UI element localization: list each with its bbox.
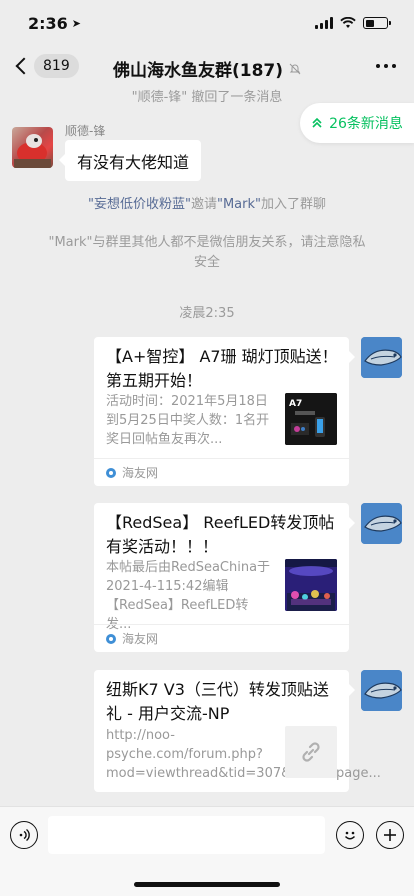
- more-options-button[interactable]: [376, 64, 396, 68]
- card-description: 活动时间：2021年5月18日到5月25日中奖人数：1名开奖日回帖鱼友再次...: [106, 394, 270, 447]
- card-description: http://noo-psyche.com/forum.php?mod=view…: [106, 728, 381, 781]
- battery-icon: [363, 17, 391, 29]
- system-message-invite: "妄想低价收粉蓝"邀请"Mark"加入了群聊: [0, 195, 414, 215]
- chat-title: 佛山海水鱼友群(187): [112, 61, 284, 81]
- invite-suffix: 加入了群聊: [260, 197, 326, 212]
- privacy-line-1: "Mark"与群里其他人都不是微信朋友关系，请注意隐私: [48, 235, 366, 250]
- message-timestamp: 凌晨2:35: [179, 306, 235, 321]
- source-app-icon: [106, 467, 116, 478]
- link-icon: [285, 726, 337, 778]
- status-time: 2:36 ➤: [28, 14, 81, 33]
- emoji-button[interactable]: [336, 821, 364, 849]
- card-thumb-label: A7: [289, 399, 302, 409]
- voice-input-button[interactable]: [10, 821, 38, 849]
- fish-avatar-icon: [361, 670, 402, 711]
- source-app-icon: [106, 633, 116, 644]
- smiley-icon: [344, 831, 356, 840]
- cellular-signal-icon: [315, 17, 333, 29]
- clock-text: 2:36: [28, 13, 68, 33]
- card-source: 海友网: [94, 624, 349, 652]
- card-thumbnail: A7: [285, 393, 337, 445]
- card-source-label: 海友网: [122, 466, 159, 480]
- mute-bell-icon: [289, 63, 301, 74]
- double-chevron-up-icon: [312, 117, 322, 128]
- link-card[interactable]: 纽斯K7 V3（三代）转发顶贴送礼 - 用户交流-NP http://noo-p…: [94, 670, 381, 792]
- inviter-link[interactable]: "妄想低价收粉蓝": [88, 197, 191, 212]
- card-source-label: 海友网: [122, 632, 159, 646]
- recall-sender: "顺德-锋": [131, 90, 188, 105]
- avatar[interactable]: [12, 127, 53, 168]
- chat-title-wrap: 佛山海水鱼友群(187): [0, 56, 414, 81]
- chat-header: 819 佛山海水鱼友群(187): [0, 46, 414, 90]
- wifi-icon: [340, 17, 356, 28]
- sender-name: 顺德-锋: [65, 124, 106, 138]
- link-card[interactable]: 【A+智控】 A7珊 瑚灯顶贴送！第五期开始！ 活动时间：2021年5月18日到…: [94, 337, 355, 486]
- home-indicator[interactable]: [134, 882, 280, 887]
- card-title: 【RedSea】 ReefLED转发顶帖有奖活动！！！: [106, 513, 335, 556]
- card-description: 本帖最后由RedSeaChina于2021-4-115:42编辑【RedSea】…: [106, 560, 271, 632]
- avatar[interactable]: [361, 503, 402, 544]
- avatar[interactable]: [361, 670, 402, 711]
- new-messages-label: 26条新消息: [329, 116, 403, 132]
- message-text: 有没有大佬知道: [77, 152, 190, 172]
- card-title: 纽斯K7 V3（三代）转发顶贴送礼 - 用户交流-NP: [106, 680, 329, 723]
- card-source: 海友网: [94, 458, 349, 486]
- recall-text: 撤回了一条消息: [187, 90, 283, 105]
- plus-icon: [384, 829, 396, 841]
- message-input[interactable]: [48, 816, 325, 854]
- link-card[interactable]: 【RedSea】 ReefLED转发顶帖有奖活动！！！ 本帖最后由RedSeaC…: [94, 503, 355, 652]
- message-bubble[interactable]: 有没有大佬知道: [58, 140, 202, 181]
- fish-avatar-icon: [361, 503, 402, 544]
- location-arrow-icon: ➤: [71, 16, 82, 30]
- invite-action: 邀请: [190, 197, 217, 212]
- voice-icon: [19, 828, 30, 842]
- avatar[interactable]: [361, 337, 402, 378]
- system-message-privacy: "Mark"与群里其他人都不是微信朋友关系，请注意隐私 安全: [0, 233, 414, 273]
- card-thumbnail: [285, 559, 337, 611]
- privacy-line-2: 安全: [193, 255, 220, 270]
- invitee-link[interactable]: "Mark": [217, 197, 261, 212]
- new-messages-button[interactable]: 26条新消息: [300, 103, 414, 143]
- status-bar: 2:36 ➤: [0, 0, 414, 46]
- fish-avatar-icon: [361, 337, 402, 378]
- more-functions-button[interactable]: [376, 821, 404, 849]
- status-indicators: [315, 17, 391, 29]
- card-title: 【A+智控】 A7珊 瑚灯顶贴送！第五期开始！: [106, 347, 338, 390]
